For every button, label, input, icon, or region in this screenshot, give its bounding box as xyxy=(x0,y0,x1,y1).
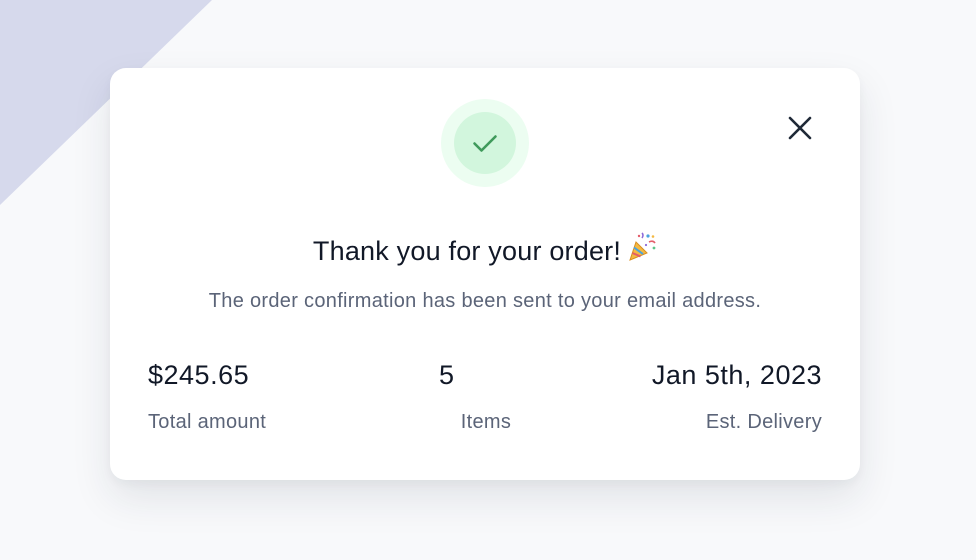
delivery-label: Est. Delivery xyxy=(705,411,822,433)
check-icon xyxy=(473,135,497,152)
party-popper-icon xyxy=(627,232,657,269)
total-amount-label: Total amount xyxy=(148,411,267,433)
items-value: 5 xyxy=(439,360,455,390)
delivery-date-value: Jan 5th, 2023 xyxy=(651,360,822,390)
modal-title-text: Thank you for your order! xyxy=(312,236,622,266)
close-button[interactable] xyxy=(782,110,818,146)
order-confirmation-modal: Thank you for your order! The order conf… xyxy=(110,68,860,480)
items-label: Items xyxy=(460,411,512,433)
success-badge-inner xyxy=(454,112,516,174)
total-amount-value: $245.65 xyxy=(148,360,250,390)
modal-title: Thank you for your order! xyxy=(110,232,860,269)
modal-subtitle: The order confirmation has been sent to … xyxy=(208,290,762,312)
items-stat: 5 Items xyxy=(434,360,538,434)
delivery-stat: Jan 5th, 2023 Est. Delivery xyxy=(652,360,822,434)
total-amount-stat: $245.65 Total amount xyxy=(148,360,266,434)
success-badge xyxy=(441,99,529,187)
page-background: Thank you for your order! The order conf… xyxy=(0,0,976,560)
close-icon xyxy=(788,116,812,140)
